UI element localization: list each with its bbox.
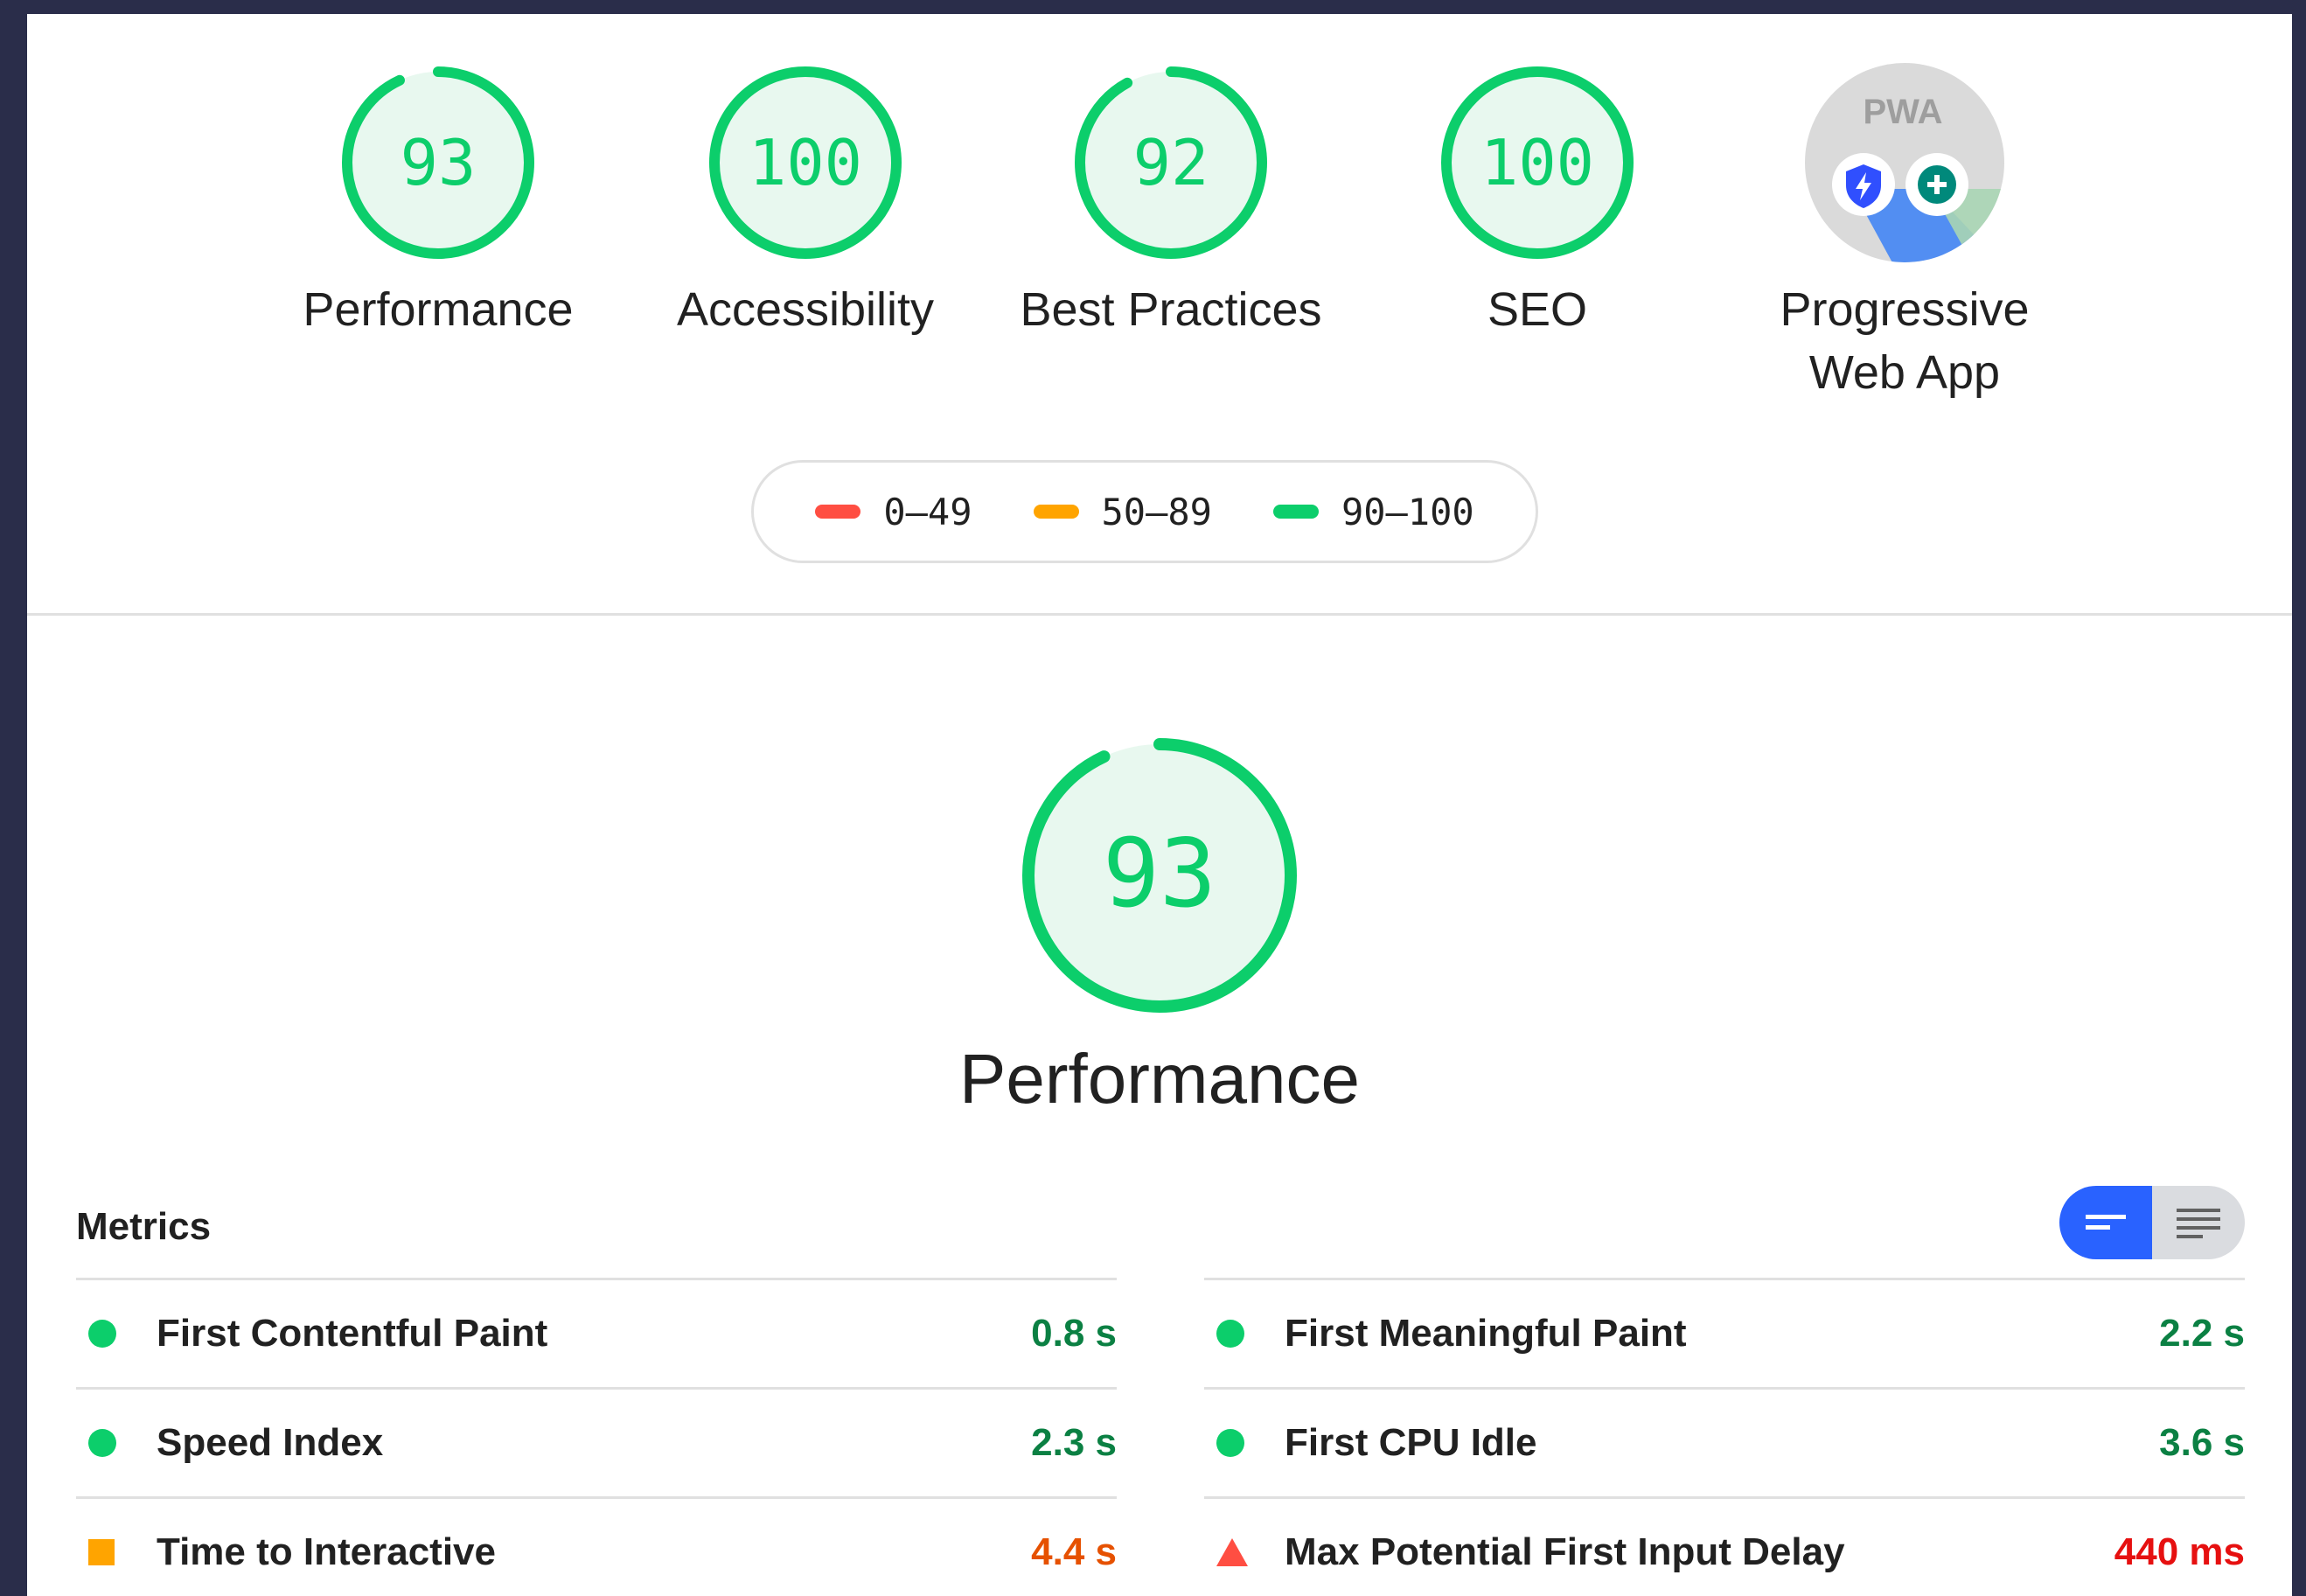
expanded-view-button[interactable] bbox=[2152, 1186, 2245, 1259]
legend-item-pass: 90–100 bbox=[1272, 490, 1474, 533]
pass-dot-icon bbox=[88, 1429, 132, 1457]
gauge-best-practices[interactable]: 92 Best Practices bbox=[987, 58, 1355, 341]
legend-swatch-orange bbox=[1033, 505, 1079, 519]
legend-range: 0–49 bbox=[883, 490, 972, 533]
metrics-column-right: First Meaningful Paint 2.2 s First CPU I… bbox=[1204, 1278, 2245, 1596]
metric-name: First Meaningful Paint bbox=[1285, 1312, 1687, 1355]
gauge-score: 100 bbox=[749, 126, 862, 199]
metric-name: Speed Index bbox=[157, 1421, 384, 1464]
compact-view-icon bbox=[2086, 1215, 2126, 1230]
metric-value: 2.3 s bbox=[1031, 1421, 1117, 1464]
gauge-label: SEO bbox=[1487, 283, 1588, 336]
pass-dot-icon bbox=[1216, 1429, 1260, 1457]
gauge-label: Best Practices bbox=[1020, 283, 1322, 336]
pwa-badge-text: PWA bbox=[1863, 93, 1942, 131]
gauge-label: Accessibility bbox=[676, 283, 935, 336]
performance-score: 93 bbox=[1103, 819, 1216, 929]
plus-circle-icon bbox=[1905, 153, 1968, 216]
legend-range: 90–100 bbox=[1341, 490, 1474, 533]
legend-range: 50–89 bbox=[1101, 490, 1212, 533]
report-panel: 93 Performance 100 Accessibility 92 Best… bbox=[27, 14, 2292, 1596]
metric-name: First Contentful Paint bbox=[157, 1312, 548, 1355]
average-square-icon bbox=[88, 1539, 132, 1565]
performance-title: Performance bbox=[959, 1040, 1360, 1118]
metric-row: First CPU Idle 3.6 s bbox=[1204, 1387, 2245, 1496]
gauge-label: Performance bbox=[303, 283, 574, 336]
gauge-score: 92 bbox=[1133, 126, 1209, 199]
metric-value: 0.8 s bbox=[1031, 1312, 1117, 1355]
performance-gauge: 93 bbox=[1022, 738, 1297, 1013]
score-legend: 0–49 50–89 90–100 bbox=[751, 460, 1538, 563]
pwa-label-line2: Web App bbox=[1808, 346, 2001, 399]
compact-view-button[interactable] bbox=[2059, 1186, 2152, 1259]
metric-value: 4.4 s bbox=[1031, 1530, 1117, 1573]
metric-row: Time to Interactive 4.4 s bbox=[76, 1496, 1117, 1596]
legend-swatch-red bbox=[815, 505, 861, 519]
gauge-performance[interactable]: 93 Performance bbox=[254, 58, 622, 341]
legend-item-average: 50–89 bbox=[1033, 490, 1212, 533]
metric-value: 3.6 s bbox=[2159, 1421, 2245, 1464]
gauge-ring: 100 bbox=[709, 66, 902, 259]
performance-section-header: 93 Performance bbox=[27, 731, 2292, 1123]
metric-name: Time to Interactive bbox=[157, 1530, 496, 1573]
metrics-title: Metrics bbox=[76, 1205, 212, 1248]
gauge-score: 100 bbox=[1480, 126, 1594, 199]
metric-row: First Meaningful Paint 2.2 s bbox=[1204, 1278, 2245, 1387]
metrics-grid: First Contentful Paint 0.8 s Speed Index… bbox=[76, 1278, 2245, 1596]
metric-value: 2.2 s bbox=[2159, 1312, 2245, 1355]
metric-row: Max Potential First Input Delay 440 ms bbox=[1204, 1496, 2245, 1596]
metric-value: 440 ms bbox=[2114, 1530, 2245, 1573]
metrics-view-toggle bbox=[2059, 1186, 2245, 1259]
pass-dot-icon bbox=[1216, 1320, 1260, 1348]
gauge-ring: 92 bbox=[1075, 66, 1267, 259]
metric-row: Speed Index 2.3 s bbox=[76, 1387, 1117, 1496]
pass-dot-icon bbox=[88, 1320, 132, 1348]
metric-name: First CPU Idle bbox=[1285, 1421, 1537, 1464]
pwa-label: Progressive Web App bbox=[1721, 278, 2088, 404]
gauge-score: 93 bbox=[401, 126, 477, 199]
gauge-seo[interactable]: 100 SEO bbox=[1354, 58, 1721, 341]
legend-item-fail: 0–49 bbox=[815, 491, 972, 533]
metrics-header: Metrics bbox=[76, 1186, 2245, 1270]
gauge-accessibility[interactable]: 100 Accessibility bbox=[622, 58, 989, 341]
metric-row: First Contentful Paint 0.8 s bbox=[76, 1278, 1117, 1387]
metric-name: Max Potential First Input Delay bbox=[1285, 1530, 1845, 1573]
expanded-view-icon bbox=[2177, 1209, 2220, 1238]
gauge-pwa[interactable]: PWA Progressive Web App bbox=[1721, 58, 2088, 404]
gauge-ring: 100 bbox=[1441, 66, 1634, 259]
gauge-ring: 93 bbox=[342, 66, 534, 259]
legend-swatch-green bbox=[1272, 505, 1319, 519]
shield-lightning-icon bbox=[1832, 153, 1895, 216]
pwa-label-line1: Progressive bbox=[1780, 283, 2030, 336]
pwa-badge-icon: PWA bbox=[1805, 63, 2004, 262]
section-divider bbox=[27, 613, 2292, 616]
metrics-column-left: First Contentful Paint 0.8 s Speed Index… bbox=[76, 1278, 1117, 1596]
fail-triangle-icon bbox=[1216, 1538, 1260, 1566]
